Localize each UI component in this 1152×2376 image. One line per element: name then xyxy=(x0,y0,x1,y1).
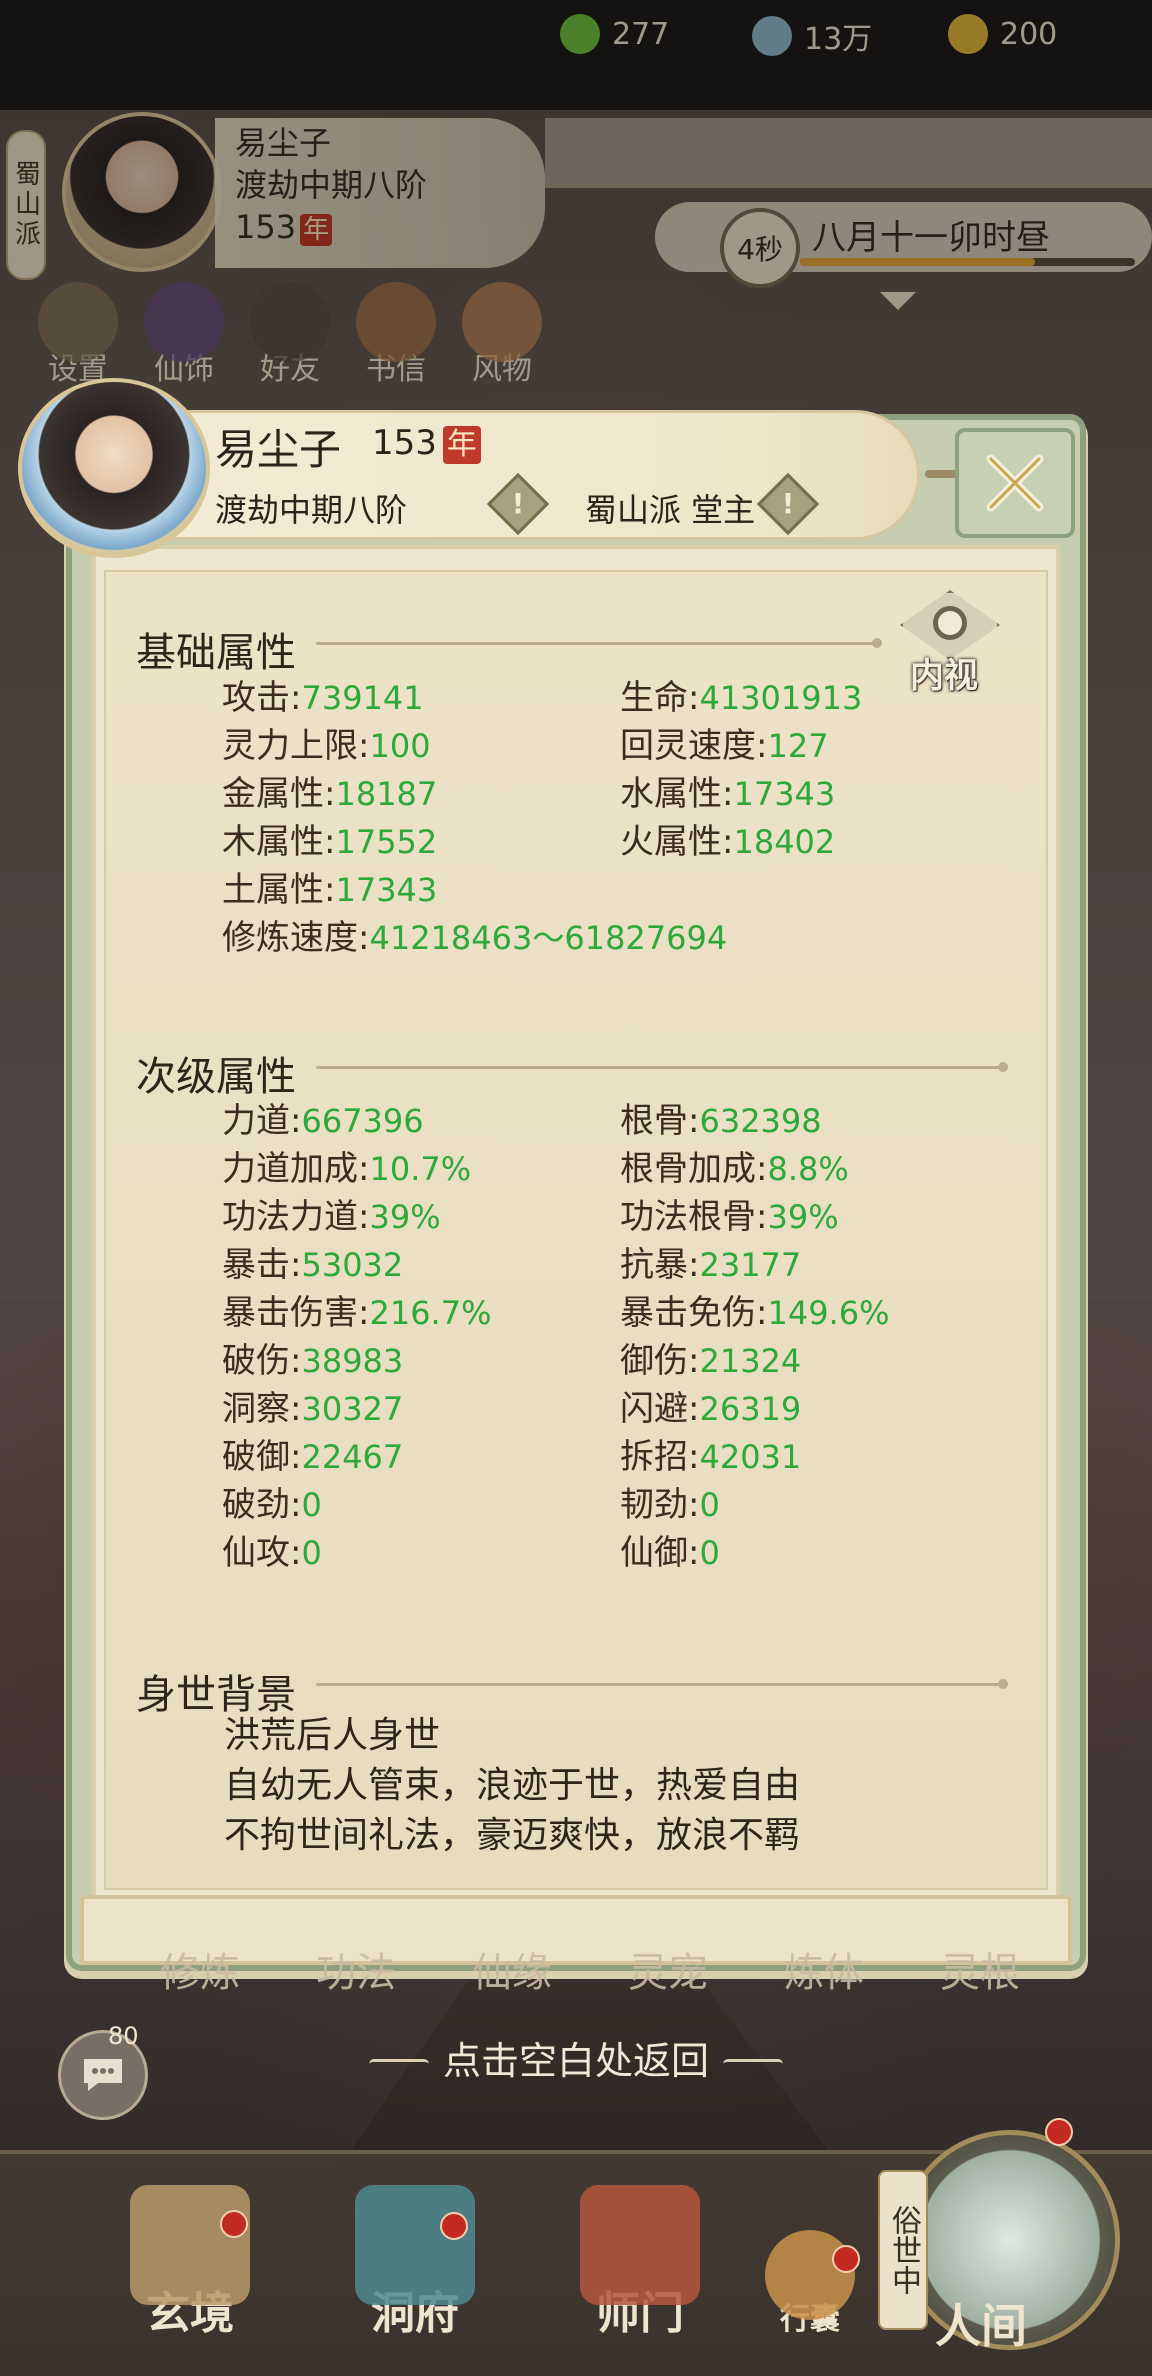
stat-insight: 洞察:30327 xyxy=(222,1389,404,1429)
background-line: 不拘世间礼法，豪迈爽快，放浪不羁 xyxy=(224,1815,801,1856)
tab-pets[interactable]: 灵宠 xyxy=(628,1940,708,2000)
stat-water: 水属性:17343 xyxy=(620,774,836,814)
basic-attributes-title: 基础属性 xyxy=(136,630,296,676)
character-name: 易尘子 xyxy=(215,425,342,474)
world-status: 俗世中 xyxy=(878,2170,928,2330)
stat-break-force: 破劲:0 xyxy=(222,1485,322,1525)
stat-strength: 力道:667396 xyxy=(222,1101,424,1141)
close-button[interactable] xyxy=(955,428,1075,538)
nav-dongfu[interactable]: 洞府 xyxy=(335,2185,495,2341)
stat-pierce: 破伤:38983 xyxy=(222,1341,404,1381)
nav-bag[interactable]: 行囊 xyxy=(740,2230,880,2338)
scroll-ornament-right xyxy=(723,2058,783,2069)
stat-crit-damage: 暴击伤害:216.7% xyxy=(222,1293,492,1333)
notification-dot xyxy=(832,2245,860,2273)
stat-strength-bonus: 力道加成:10.7% xyxy=(222,1149,472,1189)
background-line: 自幼无人管束，浪迹于世，热爱自由 xyxy=(224,1765,801,1806)
nav-shimen[interactable]: 师门 xyxy=(560,2185,720,2341)
bag-icon xyxy=(765,2230,855,2320)
tab-body[interactable]: 炼体 xyxy=(784,1940,864,2000)
stat-fire: 火属性:18402 xyxy=(620,822,836,862)
stat-attack: 攻击:739141 xyxy=(222,678,424,718)
stat-immortal-attack: 仙攻:0 xyxy=(222,1533,322,1573)
stat-wood: 木属性:17552 xyxy=(222,822,438,862)
stat-skill-constitution: 功法根骨:39% xyxy=(620,1197,839,1237)
section-divider xyxy=(316,1679,1008,1689)
tab-cultivate[interactable]: 修炼 xyxy=(160,1940,240,2000)
character-tabs: 修炼 功法 仙缘 灵宠 炼体 灵根 xyxy=(160,1940,1020,2000)
stat-constitution-bonus: 根骨加成:8.8% xyxy=(620,1149,849,1189)
world-label: 人间 xyxy=(935,2299,1027,2353)
stat-earth: 土属性:17343 xyxy=(222,870,438,910)
stat-crit: 暴击:53032 xyxy=(222,1245,404,1285)
scroll-icon xyxy=(130,2185,250,2305)
stat-crit-resist: 抗暴:23177 xyxy=(620,1245,802,1285)
stat-spirit-regen: 回灵速度:127 xyxy=(620,726,829,766)
stat-guard: 御伤:21324 xyxy=(620,1341,802,1381)
character-realm: 渡劫中期八阶 xyxy=(215,491,408,529)
character-age: 153 年 xyxy=(372,420,481,466)
section-divider xyxy=(316,1062,1008,1072)
close-icon xyxy=(986,454,1044,512)
notification-dot xyxy=(220,2210,248,2238)
stat-immortal-defense: 仙御:0 xyxy=(620,1533,720,1573)
secondary-attributes-title: 次级属性 xyxy=(136,1054,296,1100)
tab-fate[interactable]: 仙缘 xyxy=(472,1940,552,2000)
nav-xuanjing[interactable]: 玄境 xyxy=(110,2185,270,2341)
inner-view-button[interactable]: 内视 xyxy=(900,590,1000,700)
scroll-ornament-left xyxy=(368,2058,429,2069)
stat-armor-break: 破御:22467 xyxy=(222,1437,404,1477)
notification-dot xyxy=(1045,2118,1073,2146)
tab-root[interactable]: 灵根 xyxy=(940,1940,1020,2000)
stat-metal: 金属性:18187 xyxy=(222,774,438,814)
eye-pupil xyxy=(933,606,967,640)
stat-dodge: 闪避:26319 xyxy=(620,1389,802,1429)
character-sect: 蜀山派 堂主 xyxy=(585,491,756,529)
stat-tenacity: 韧劲:0 xyxy=(620,1485,720,1525)
return-hint: 点击空白处返回 xyxy=(0,2030,1152,2085)
stat-constitution: 根骨:632398 xyxy=(620,1101,822,1141)
tab-skills[interactable]: 功法 xyxy=(316,1940,396,2000)
stat-hp: 生命:41301913 xyxy=(620,678,863,718)
pavilion-icon xyxy=(355,2185,475,2305)
stat-counter: 拆招:42031 xyxy=(620,1437,802,1477)
stat-cultivation-speed: 修炼速度:41218463～61827694 xyxy=(222,918,728,958)
stat-spirit-max: 灵力上限:100 xyxy=(222,726,431,766)
stat-crit-damage-reduction: 暴击免伤:149.6% xyxy=(620,1293,890,1333)
notification-dot xyxy=(440,2212,468,2240)
stat-skill-strength: 功法力道:39% xyxy=(222,1197,441,1237)
background-line: 洪荒后人身世 xyxy=(224,1715,441,1756)
section-divider xyxy=(316,638,882,648)
character-avatar xyxy=(18,378,210,558)
banner-icon xyxy=(580,2185,700,2305)
